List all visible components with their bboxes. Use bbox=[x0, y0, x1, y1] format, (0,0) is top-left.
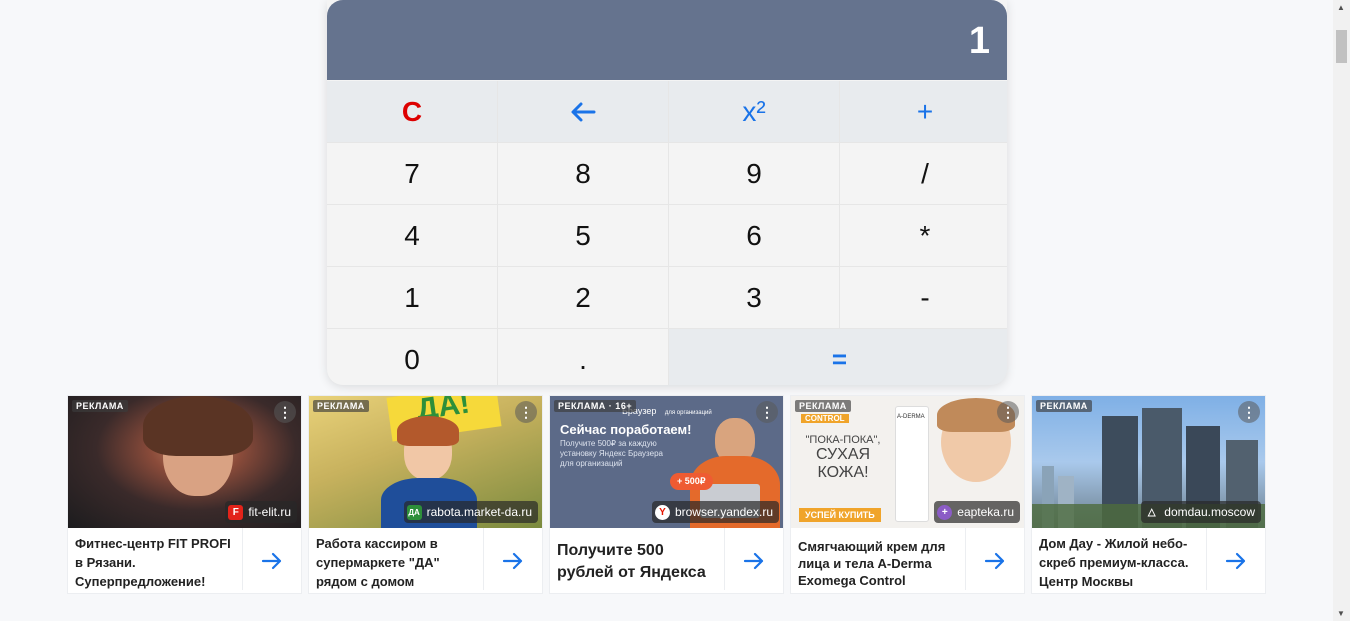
more-options-icon[interactable]: ⋮ bbox=[515, 401, 537, 423]
arrow-left-icon bbox=[571, 102, 596, 121]
ad-open-button[interactable] bbox=[243, 528, 301, 594]
scroll-down-icon[interactable]: ▼ bbox=[1337, 609, 1345, 618]
slogan-line-2: СУХАЯ bbox=[815, 446, 871, 463]
digit-2-button[interactable]: 2 bbox=[498, 267, 668, 328]
more-options-icon[interactable]: ⋮ bbox=[997, 401, 1019, 423]
ad-open-button[interactable] bbox=[725, 528, 783, 594]
ad-title[interactable]: Дом Дау - Жилой небо-скреб премиум-класс… bbox=[1032, 528, 1207, 590]
ad-strip: РЕКЛАМА ⋮ F fit-elit.ru Фитнес-центр FIT… bbox=[67, 395, 1266, 594]
decimal-point-button[interactable]: . bbox=[498, 329, 668, 385]
ad-domain-badge[interactable]: △ domdau.moscow bbox=[1141, 501, 1261, 523]
digit-8-button[interactable]: 8 bbox=[498, 143, 668, 204]
equals-button[interactable]: = bbox=[669, 329, 1007, 385]
fit-elit-logo-icon: F bbox=[228, 504, 244, 520]
more-options-icon[interactable]: ⋮ bbox=[274, 401, 296, 423]
ad-image-slogan: "ПОКА-ПОКА", СУХАЯ КОЖА! bbox=[797, 434, 889, 482]
ad-label: РЕКЛАМА bbox=[1036, 400, 1092, 412]
slogan-line-3: КОЖА! bbox=[817, 464, 869, 481]
ad-domain: rabota.market-da.ru bbox=[426, 505, 532, 519]
more-options-icon[interactable]: ⋮ bbox=[1238, 401, 1260, 423]
digit-6-button[interactable]: 6 bbox=[669, 205, 839, 266]
ad-domain: domdau.moscow bbox=[1164, 505, 1255, 519]
calculator: 1 C x² + 7 8 9 / 4 5 6 * 1 2 3 - 0 . = bbox=[327, 0, 1007, 385]
digit-9-button[interactable]: 9 bbox=[669, 143, 839, 204]
yandex-browser-logo-icon: Y bbox=[654, 504, 670, 520]
ad-title[interactable]: Получите 500 рублей от Яндекса bbox=[550, 528, 725, 590]
ad-label: РЕКЛАМА bbox=[795, 400, 851, 412]
ad-domain-badge[interactable]: Y browser.yandex.ru bbox=[651, 501, 779, 523]
digit-7-button[interactable]: 7 bbox=[327, 143, 497, 204]
scroll-up-icon[interactable]: ▲ bbox=[1337, 3, 1345, 12]
more-options-icon[interactable]: ⋮ bbox=[756, 401, 778, 423]
plus-button[interactable]: + bbox=[840, 81, 1007, 142]
ad-card[interactable]: CONTROL "ПОКА-ПОКА", СУХАЯ КОЖА! A-DERMA… bbox=[790, 395, 1025, 594]
minus-button[interactable]: - bbox=[840, 267, 1007, 328]
buy-now-badge: УСПЕЙ КУПИТЬ bbox=[799, 508, 881, 522]
bonus-badge: + 500₽ bbox=[670, 473, 713, 490]
ad-domain-badge[interactable]: ДА rabota.market-da.ru bbox=[403, 501, 538, 523]
ad-domain: fit-elit.ru bbox=[248, 505, 291, 519]
ad-title[interactable]: Работа кассиром в супермаркете "ДА" рядо… bbox=[309, 528, 484, 590]
arrow-right-icon bbox=[261, 552, 282, 570]
market-da-logo-icon: ДА bbox=[406, 504, 422, 520]
square-button[interactable]: x² bbox=[669, 81, 839, 142]
ad-image[interactable]: Браузер для организаций Сейчас поработае… bbox=[550, 396, 783, 528]
slogan-line-1: "ПОКА-ПОКА", bbox=[805, 434, 881, 446]
ad-image[interactable]: ДА! РЕКЛАМА ⋮ ДА rabota.market-da.ru bbox=[309, 396, 542, 528]
ad-label: РЕКЛАМА bbox=[313, 400, 369, 412]
page-scrollbar[interactable]: ▲ ▼ bbox=[1333, 0, 1350, 621]
calculator-display: 1 bbox=[327, 0, 1007, 80]
multiply-button[interactable]: * bbox=[840, 205, 1007, 266]
digit-1-button[interactable]: 1 bbox=[327, 267, 497, 328]
ad-label: РЕКЛАМА bbox=[72, 400, 128, 412]
ad-image-body: Получите 500₽ за каждую установку Яндекс… bbox=[560, 439, 663, 468]
arrow-right-icon bbox=[743, 552, 764, 570]
ad-open-button[interactable] bbox=[966, 528, 1024, 594]
digit-0-button[interactable]: 0 bbox=[327, 329, 497, 385]
backspace-button[interactable] bbox=[498, 81, 668, 142]
ad-image[interactable]: РЕКЛАМА ⋮ △ domdau.moscow bbox=[1032, 396, 1265, 528]
ad-image[interactable]: РЕКЛАМА ⋮ F fit-elit.ru bbox=[68, 396, 301, 528]
browser-sub: для организаций bbox=[664, 410, 712, 416]
ad-domain-badge[interactable]: + eapteka.ru bbox=[934, 501, 1020, 523]
ad-domain: browser.yandex.ru bbox=[674, 505, 773, 519]
ad-image[interactable]: CONTROL "ПОКА-ПОКА", СУХАЯ КОЖА! A-DERMA… bbox=[791, 396, 1024, 528]
ad-title[interactable]: Смягчающий крем для лица и тела A-Derma … bbox=[791, 528, 966, 590]
digit-4-button[interactable]: 4 bbox=[327, 205, 497, 266]
ad-card[interactable]: РЕКЛАМА ⋮ △ domdau.moscow Дом Дау - Жило… bbox=[1031, 395, 1266, 594]
ad-open-button[interactable] bbox=[1207, 528, 1265, 594]
ad-card[interactable]: РЕКЛАМА ⋮ F fit-elit.ru Фитнес-центр FIT… bbox=[67, 395, 302, 594]
ad-label: РЕКЛАМА · 16+ bbox=[554, 400, 637, 412]
brand-name: A-DERMA bbox=[897, 414, 925, 420]
divide-button[interactable]: / bbox=[840, 143, 1007, 204]
scrollbar-thumb[interactable] bbox=[1336, 30, 1347, 63]
ad-open-button[interactable] bbox=[484, 528, 542, 594]
ad-card[interactable]: Браузер для организаций Сейчас поработае… bbox=[549, 395, 784, 594]
digit-3-button[interactable]: 3 bbox=[669, 267, 839, 328]
ad-image-title: Сейчас поработаем! bbox=[560, 422, 692, 437]
eapteka-logo-icon: + bbox=[937, 504, 953, 520]
clear-button[interactable]: C bbox=[327, 81, 497, 142]
digit-5-button[interactable]: 5 bbox=[498, 205, 668, 266]
arrow-right-icon bbox=[1225, 552, 1246, 570]
ad-card[interactable]: ДА! РЕКЛАМА ⋮ ДА rabota.market-da.ru Раб… bbox=[308, 395, 543, 594]
ad-domain-badge[interactable]: F fit-elit.ru bbox=[225, 501, 297, 523]
calculator-keypad: C x² + 7 8 9 / 4 5 6 * 1 2 3 - 0 . = bbox=[327, 81, 1007, 385]
arrow-right-icon bbox=[502, 552, 523, 570]
ad-domain: eapteka.ru bbox=[957, 505, 1014, 519]
ad-title[interactable]: Фитнес-центр FIT PROFI в Рязани. Суперпр… bbox=[68, 528, 243, 590]
exomega-control-label: CONTROL bbox=[801, 414, 849, 423]
arrow-right-icon bbox=[984, 552, 1005, 570]
domdau-logo-icon: △ bbox=[1147, 506, 1156, 518]
